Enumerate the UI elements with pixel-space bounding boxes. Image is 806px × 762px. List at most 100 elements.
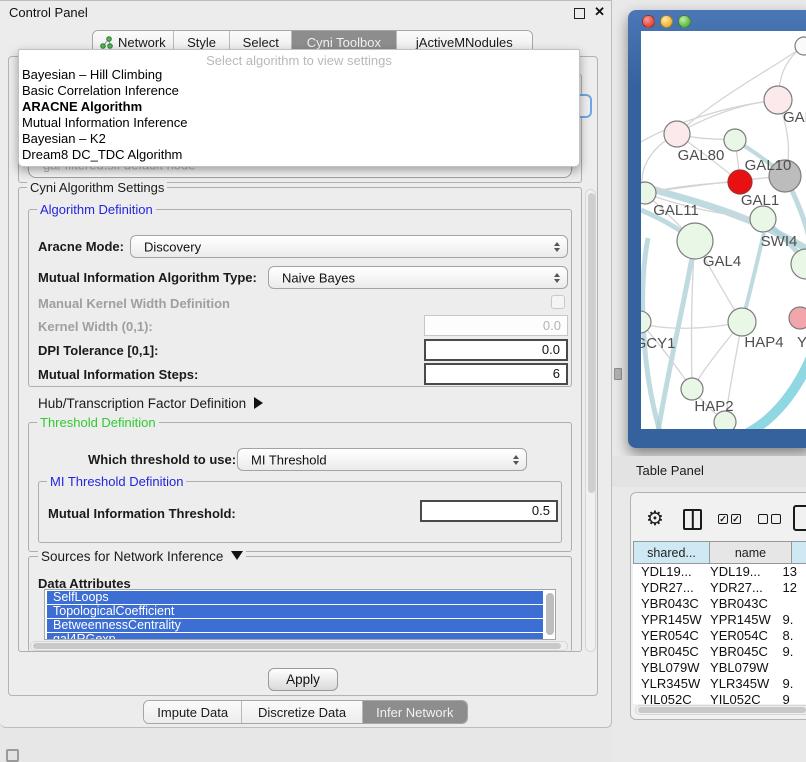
mi-type-combo[interactable]: Naive Bayes [268, 266, 568, 289]
bottom-tab-label: Infer Network [376, 705, 453, 720]
table-panel-titlebar: Table Panel [612, 456, 806, 487]
network-node[interactable] [664, 121, 690, 147]
algorithm-option[interactable]: Bayesian – Hill Climbing [19, 67, 579, 83]
float-window-icon[interactable] [574, 8, 585, 19]
gear-icon[interactable]: ⚙ [646, 509, 664, 529]
attribute-list-item[interactable]: SelfLoops [47, 591, 543, 604]
bottom-tab-discretize-data[interactable]: Discretize Data [242, 701, 362, 723]
close-traffic-light-icon[interactable] [642, 15, 655, 28]
which-threshold-combo[interactable]: MI Threshold [237, 448, 527, 471]
table-row[interactable]: YER054CYER054C8. [633, 628, 806, 644]
table-row[interactable]: YBR045CYBR045C9. [633, 644, 806, 660]
network-edge[interactable] [643, 238, 660, 429]
settings-hscrollbar[interactable] [30, 641, 568, 651]
settings-vscrollbar-thumb[interactable] [588, 193, 595, 493]
table-row[interactable]: YBL079WYBL079W [633, 660, 806, 676]
attribute-list-item[interactable]: TopologicalCoefficient [47, 605, 543, 618]
algorithm-option[interactable]: Dream8 DC_TDC Algorithm [19, 147, 579, 163]
export-table-icon[interactable] [793, 505, 806, 531]
network-node-label: GAL80 [678, 147, 725, 164]
network-edge[interactable] [645, 176, 785, 193]
network-node[interactable] [724, 129, 746, 151]
close-icon[interactable]: ✕ [594, 4, 605, 20]
network-edge[interactable] [641, 100, 778, 142]
panel-title: Control Panel [9, 5, 88, 20]
cyni-settings-title: Cyni Algorithm Settings [27, 180, 167, 195]
dpi-tolerance-field[interactable]: 0.0 [424, 339, 568, 361]
split-pane-handle[interactable] [614, 368, 622, 380]
table-cell: YPR145W [702, 612, 776, 628]
table-row[interactable]: YPR145WYPR145W9. [633, 612, 806, 628]
table-row[interactable]: YDR27...YDR27...12 [633, 580, 806, 596]
table-row[interactable]: YDL19...YDL19...13 [633, 564, 806, 580]
attribute-list-item[interactable]: gal4RGexp [47, 633, 543, 640]
algorithm-option[interactable]: Bayesian – K2 [19, 131, 579, 147]
network-node[interactable] [641, 311, 651, 333]
table-cell: YLR345W [702, 676, 776, 692]
table-row[interactable]: YBR043CYBR043C [633, 596, 806, 612]
attribute-list-item[interactable]: BetweennessCentrality [47, 619, 543, 632]
sources-toggle[interactable]: Sources for Network Inference [38, 549, 246, 564]
settings-vscrollbar[interactable] [585, 189, 596, 652]
table-cell: YDL19... [633, 564, 702, 580]
zoom-traffic-light-icon[interactable] [678, 15, 691, 28]
algorithm-option[interactable]: Basic Correlation Inference [19, 83, 579, 99]
attributes-vscrollbar-thumb[interactable] [546, 593, 554, 635]
network-node-label: GAL1 [741, 192, 779, 209]
minimized-panel-icon[interactable] [6, 749, 19, 762]
table-cell: YBL079W [633, 660, 702, 676]
select-all-checkboxes-icon[interactable]: ✓✓ [718, 514, 744, 532]
bottom-tab-label: Discretize Data [258, 705, 346, 720]
minimize-traffic-light-icon[interactable] [660, 15, 673, 28]
table-cell: YBR043C [633, 596, 702, 612]
spinner-arrows-icon [513, 455, 519, 465]
mi-threshold-field[interactable]: 0.5 [420, 500, 558, 522]
table-panel-title: Table Panel [636, 463, 704, 478]
network-node[interactable] [789, 307, 806, 329]
tab-label: Select [243, 35, 279, 50]
manual-kernel-checkbox[interactable] [551, 295, 565, 309]
column-header[interactable]: shared... [633, 541, 709, 564]
bottom-tab-infer-network[interactable]: Infer Network [363, 701, 467, 723]
network-node[interactable] [750, 206, 776, 232]
tab-label: Cyni Toolbox [307, 35, 381, 50]
network-edge[interactable] [677, 100, 778, 134]
mi-type-value: Naive Bayes [282, 270, 355, 285]
column-header[interactable]: A [791, 541, 806, 564]
algorithm-option[interactable]: Mutual Information Inference [19, 115, 579, 131]
network-node-label: GAL [783, 109, 806, 126]
data-attributes-list[interactable]: SelfLoopsTopologicalCoefficientBetweenne… [44, 589, 556, 640]
table-cell: YBR045C [633, 644, 702, 660]
table-cell: YIL052C [633, 692, 702, 704]
column-header[interactable]: name [709, 541, 791, 564]
table-cell: YDR27... [702, 580, 776, 596]
network-node[interactable] [791, 249, 806, 279]
table-row[interactable]: YIL052CYIL052C9 [633, 692, 806, 704]
settings-hscrollbar-thumb[interactable] [33, 643, 561, 649]
network-edge[interactable] [748, 355, 806, 429]
table-hscrollbar[interactable] [635, 705, 806, 715]
table-hscrollbar-thumb[interactable] [638, 707, 806, 713]
aracne-mode-combo[interactable]: Discovery [130, 235, 568, 258]
mi-steps-field[interactable]: 6 [424, 363, 568, 385]
table-row[interactable]: YLR345WYLR345W9. [633, 676, 806, 692]
columns-icon[interactable] [683, 509, 702, 530]
algorithm-option[interactable]: ARACNE Algorithm [19, 99, 579, 115]
network-graph[interactable]: GALGAL80GAL10GAL1GAL11SWI4GAL4GCY1HAP4YH… [641, 31, 806, 429]
control-panel-titlebar: Control Panel ✕ [0, 1, 611, 25]
network-node[interactable] [728, 308, 756, 336]
apply-button[interactable]: Apply [268, 668, 338, 691]
network-node-label: Y [797, 334, 806, 351]
hub-section-toggle[interactable]: Hub/Transcription Factor Definition [38, 396, 263, 411]
aracne-mode-label: Aracne Mode: [38, 239, 124, 254]
network-node[interactable] [681, 378, 703, 400]
table-cell: YER054C [702, 628, 776, 644]
network-canvas[interactable]: GALGAL80GAL10GAL1GAL11SWI4GAL4GCY1HAP4YH… [641, 31, 806, 429]
deselect-all-checkboxes-icon[interactable] [758, 514, 784, 532]
kernel-width-field[interactable]: 0.0 [424, 315, 568, 336]
table-cell: YDR27... [633, 580, 702, 596]
table-cell [776, 596, 806, 612]
dpi-tolerance-label: DPI Tolerance [0,1]: [38, 343, 158, 358]
bottom-tab-impute-data[interactable]: Impute Data [144, 701, 242, 723]
network-window[interactable]: GALGAL80GAL10GAL1GAL11SWI4GAL4GCY1HAP4YH… [628, 10, 806, 448]
